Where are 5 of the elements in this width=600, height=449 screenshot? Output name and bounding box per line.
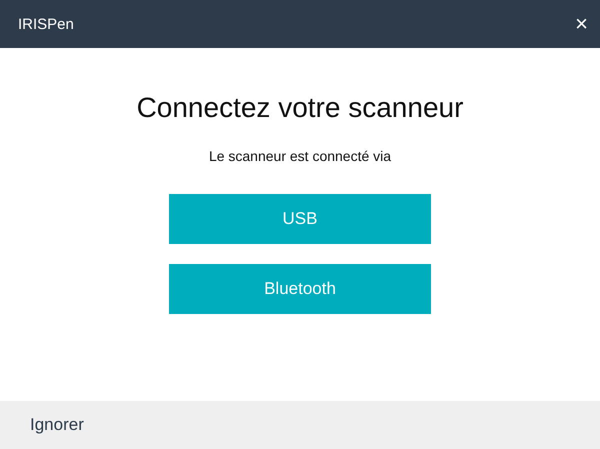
window-title: IRISPen [18,16,74,32]
subtitle: Le scanneur est connecté via [208,148,392,164]
close-button[interactable]: × [571,13,592,35]
heading: Connectez votre scanneur [136,92,464,124]
ignore-link[interactable]: Ignorer [30,415,84,435]
